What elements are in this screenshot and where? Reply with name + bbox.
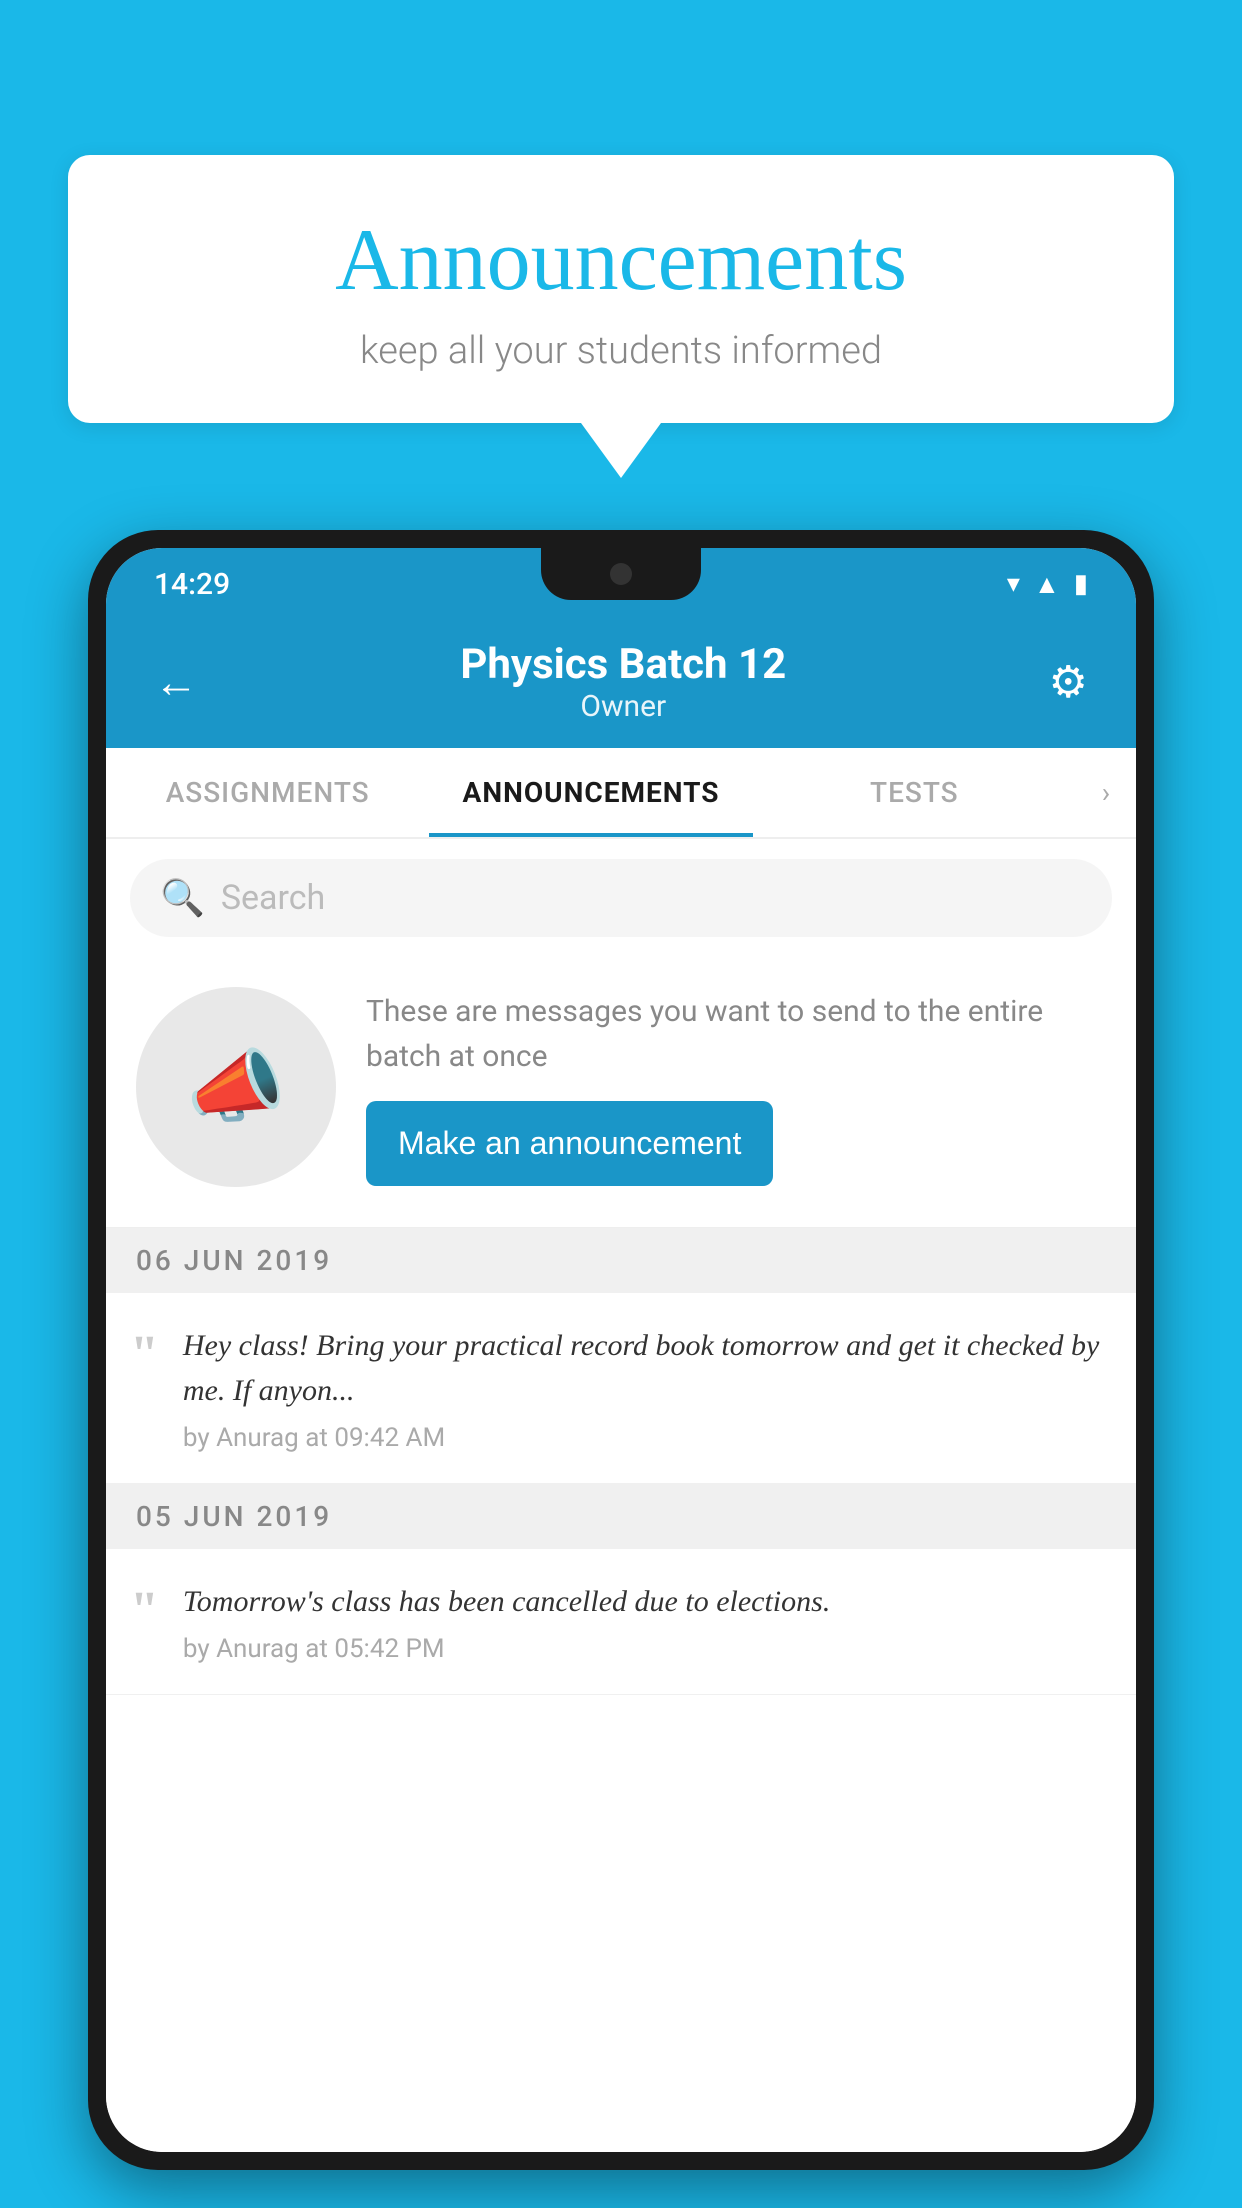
search-input[interactable]: Search xyxy=(221,878,325,918)
announcement-item-2[interactable]: " Tomorrow's class has been cancelled du… xyxy=(106,1549,1136,1695)
date-separator-2: 05 JUN 2019 xyxy=(106,1484,1136,1549)
header-center: Physics Batch 12 Owner xyxy=(206,640,1041,724)
announcement-by-2: by Anurag at 05:42 PM xyxy=(183,1634,1112,1664)
make-announcement-button[interactable]: Make an announcement xyxy=(366,1101,773,1186)
speech-bubble-section: Announcements keep all your students inf… xyxy=(68,155,1174,478)
promo-icon-circle: 📣 xyxy=(136,987,336,1187)
header-subtitle: Owner xyxy=(206,689,1041,724)
tabs-bar: ASSIGNMENTS ANNOUNCEMENTS TESTS › xyxy=(106,748,1136,839)
signal-icon: ▲ xyxy=(1034,569,1060,600)
camera-dot xyxy=(610,563,632,585)
speech-bubble-subtitle: keep all your students informed xyxy=(128,329,1114,373)
tab-assignments[interactable]: ASSIGNMENTS xyxy=(106,748,429,837)
search-bar[interactable]: 🔍 Search xyxy=(130,859,1112,937)
quote-icon-2: " xyxy=(130,1579,159,1664)
tab-tests[interactable]: TESTS xyxy=(753,748,1076,837)
date-label-1: 06 JUN 2019 xyxy=(136,1244,332,1277)
phone-mockup: 14:29 ▾ ▲ ▮ ← Physics Batch 12 Owner ⚙ xyxy=(88,530,1154,2208)
announcement-item-1[interactable]: " Hey class! Bring your practical record… xyxy=(106,1293,1136,1484)
header-title: Physics Batch 12 xyxy=(206,640,1041,689)
settings-button[interactable]: ⚙ xyxy=(1041,648,1096,716)
tab-announcements[interactable]: ANNOUNCEMENTS xyxy=(429,748,752,837)
tab-more[interactable]: › xyxy=(1076,748,1136,837)
announcement-promo-block: 📣 These are messages you want to send to… xyxy=(106,957,1136,1228)
phone-content: 🔍 Search 📣 These are messages you want t… xyxy=(106,839,1136,2152)
wifi-icon: ▾ xyxy=(1007,569,1020,599)
search-container: 🔍 Search xyxy=(106,839,1136,957)
back-button[interactable]: ← xyxy=(146,648,206,716)
phone-notch xyxy=(541,548,701,600)
phone-outer-frame: 14:29 ▾ ▲ ▮ ← Physics Batch 12 Owner ⚙ xyxy=(88,530,1154,2170)
announcement-text-1: Hey class! Bring your practical record b… xyxy=(183,1323,1112,1413)
date-separator-1: 06 JUN 2019 xyxy=(106,1228,1136,1293)
announcement-content-1: Hey class! Bring your practical record b… xyxy=(183,1323,1112,1453)
announcement-text-2: Tomorrow's class has been cancelled due … xyxy=(183,1579,1112,1624)
announcement-content-2: Tomorrow's class has been cancelled due … xyxy=(183,1579,1112,1664)
promo-description: These are messages you want to send to t… xyxy=(366,989,1106,1079)
phone-screen: 14:29 ▾ ▲ ▮ ← Physics Batch 12 Owner ⚙ xyxy=(106,548,1136,2152)
speech-bubble-tail xyxy=(581,423,661,478)
speech-bubble-card: Announcements keep all your students inf… xyxy=(68,155,1174,423)
megaphone-icon: 📣 xyxy=(186,1040,286,1134)
quote-icon-1: " xyxy=(130,1323,159,1453)
status-bar: 14:29 ▾ ▲ ▮ xyxy=(106,548,1136,620)
app-header: ← Physics Batch 12 Owner ⚙ xyxy=(106,620,1136,748)
announcement-by-1: by Anurag at 09:42 AM xyxy=(183,1423,1112,1453)
search-icon: 🔍 xyxy=(160,877,205,919)
status-icons: ▾ ▲ ▮ xyxy=(1007,569,1088,600)
date-label-2: 05 JUN 2019 xyxy=(136,1500,332,1533)
battery-icon: ▮ xyxy=(1074,569,1088,599)
speech-bubble-title: Announcements xyxy=(128,210,1114,311)
status-time: 14:29 xyxy=(154,567,230,602)
promo-right: These are messages you want to send to t… xyxy=(366,989,1106,1186)
